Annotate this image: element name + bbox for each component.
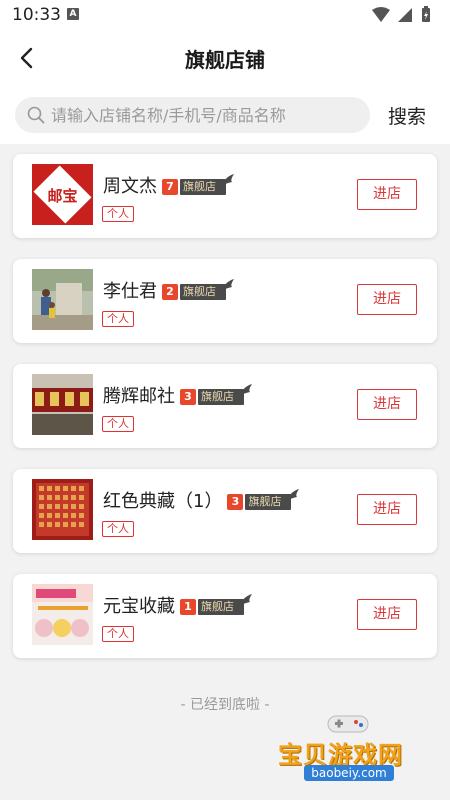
flagship-label: 旗舰店 xyxy=(248,495,282,508)
flagship-badge: 旗舰店 xyxy=(198,384,252,405)
store-name: 红色典藏（1） 3 旗舰店 xyxy=(103,487,300,513)
status-time: 10:33 xyxy=(12,5,61,25)
svg-text:邮宝: 邮宝 xyxy=(47,187,77,205)
personal-tag: 个人 xyxy=(102,416,134,432)
enter-store-button[interactable]: 进店 xyxy=(357,389,417,420)
status-bar: 10:33 A xyxy=(0,0,450,32)
flagship-badge: 旗舰店 xyxy=(245,489,300,510)
personal-tag: 个人 xyxy=(102,521,134,537)
store-badges: 1 旗舰店 xyxy=(180,594,252,615)
watermark-logo: 宝贝游戏网 baobeiy.com xyxy=(278,710,438,792)
search-input[interactable] xyxy=(51,97,351,133)
stamp-sheet-image xyxy=(32,479,93,540)
wing-icon xyxy=(285,489,300,502)
shop-banner-image xyxy=(32,584,93,645)
personal-tag: 个人 xyxy=(102,206,134,222)
wing-icon xyxy=(238,594,252,607)
store-name: 周文杰 7 旗舰店 xyxy=(103,172,234,198)
flagship-label: 旗舰店 xyxy=(183,285,216,298)
flagship-label: 旗舰店 xyxy=(201,390,234,403)
flagship-badge: 旗舰店 xyxy=(180,174,234,195)
store-badges: 3 旗舰店 xyxy=(180,384,252,405)
enter-store-button[interactable]: 进店 xyxy=(357,284,417,315)
level-badge: 2 xyxy=(162,284,178,300)
level-badge: 3 xyxy=(180,389,196,405)
store-card[interactable]: 红色典藏（1） 3 旗舰店 个人 进店 xyxy=(13,469,437,553)
watermark-url: baobeiy.com xyxy=(304,765,394,781)
flagship-badge: 旗舰店 xyxy=(180,279,234,300)
flagship-label: 旗舰店 xyxy=(183,180,216,193)
store-name-text: 红色典藏（1） xyxy=(103,491,223,512)
flagship-label: 旗舰店 xyxy=(201,600,234,613)
header-bar: 旗舰店铺 xyxy=(0,32,450,84)
page-title: 旗舰店铺 xyxy=(185,48,265,72)
store-thumbnail xyxy=(32,479,93,540)
store-name: 腾辉邮社 3 旗舰店 xyxy=(103,382,252,408)
level-badge: 1 xyxy=(180,599,196,615)
search-bar: 搜索 xyxy=(0,84,450,144)
youbao-logo-image: 邮宝 xyxy=(32,164,93,225)
store-card[interactable]: 元宝收藏 1 旗舰店 个人 进店 xyxy=(13,574,437,658)
wing-icon xyxy=(238,384,252,397)
wifi-signal-battery-icon xyxy=(372,6,430,22)
store-name-text: 腾辉邮社 xyxy=(103,386,175,407)
search-button[interactable]: 搜索 xyxy=(388,102,426,129)
notification-icon: A xyxy=(67,8,79,20)
search-box[interactable] xyxy=(15,97,370,133)
wing-icon xyxy=(220,279,234,292)
store-card[interactable]: 腾辉邮社 3 旗舰店 个人 进店 xyxy=(13,364,437,448)
store-thumbnail xyxy=(32,584,93,645)
store-thumbnail: 邮宝 xyxy=(32,164,93,225)
enter-store-button[interactable]: 进店 xyxy=(357,599,417,630)
store-name: 元宝收藏 1 旗舰店 xyxy=(103,592,252,618)
flagship-badge: 旗舰店 xyxy=(198,594,252,615)
store-badges: 7 旗舰店 xyxy=(162,174,234,195)
shop-sign-image xyxy=(32,374,93,435)
people-photo-image xyxy=(32,269,93,330)
status-icons xyxy=(370,6,440,24)
store-badges: 3 旗舰店 xyxy=(227,489,300,510)
level-badge: 7 xyxy=(162,179,178,195)
enter-store-button[interactable]: 进店 xyxy=(357,494,417,525)
search-icon xyxy=(27,106,45,124)
wing-icon xyxy=(220,174,234,187)
level-badge: 3 xyxy=(227,494,244,510)
store-name-text: 李仕君 xyxy=(103,281,157,302)
store-card[interactable]: 李仕君 2 旗舰店 个人 进店 xyxy=(13,259,437,343)
store-thumbnail xyxy=(32,269,93,330)
enter-store-button[interactable]: 进店 xyxy=(357,179,417,210)
store-card[interactable]: 邮宝 周文杰 7 旗舰店 个人 进店 xyxy=(13,154,437,238)
store-name-text: 周文杰 xyxy=(103,176,157,197)
personal-tag: 个人 xyxy=(102,626,134,642)
store-name-text: 元宝收藏 xyxy=(103,596,175,617)
store-thumbnail xyxy=(32,374,93,435)
store-name: 李仕君 2 旗舰店 xyxy=(103,277,234,303)
gamepad-icon xyxy=(327,715,369,733)
personal-tag: 个人 xyxy=(102,311,134,327)
store-badges: 2 旗舰店 xyxy=(162,279,234,300)
